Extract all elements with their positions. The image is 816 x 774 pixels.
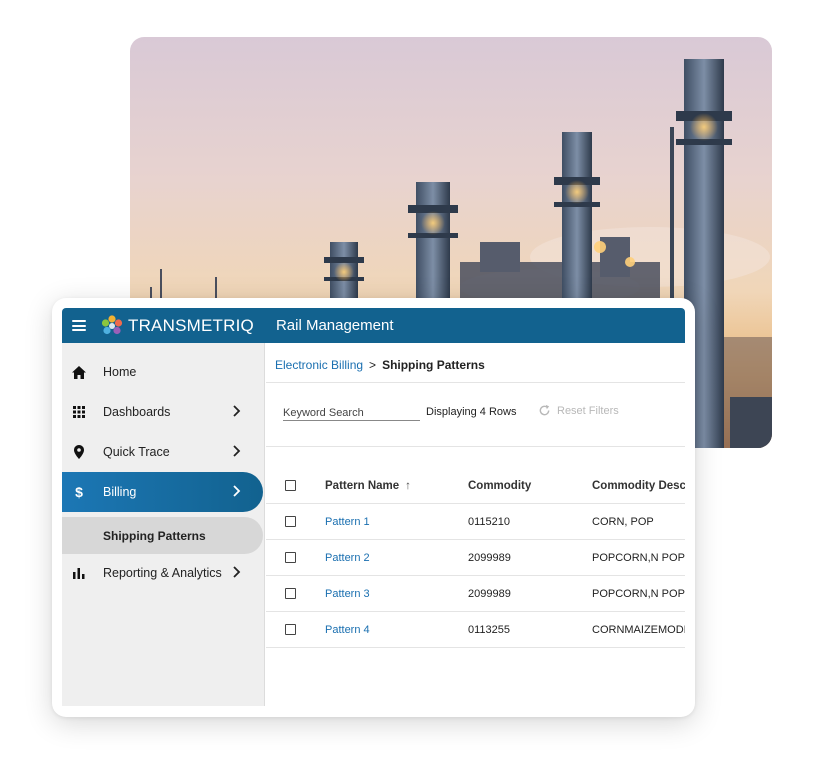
sidebar-item-home[interactable]: Home — [62, 352, 265, 392]
rows-count: Displaying 4 Rows — [426, 406, 517, 418]
sort-ascending-icon[interactable]: ↑ — [405, 480, 411, 492]
row-checkbox[interactable] — [285, 552, 296, 563]
keyword-search[interactable] — [283, 403, 420, 421]
refresh-icon — [539, 404, 550, 416]
toolbar-divider — [266, 446, 685, 447]
row-checkbox[interactable] — [285, 516, 296, 527]
pattern-name-link[interactable]: Pattern 3 — [325, 588, 370, 600]
bar-chart-icon — [72, 566, 86, 580]
commodity-cell: 2099989 — [468, 588, 511, 600]
sidebar-subitem-label: Shipping Patterns — [103, 529, 206, 543]
breadcrumb: Electronic Billing > Shipping Patterns — [275, 358, 485, 372]
location-pin-icon — [72, 445, 86, 459]
commodity-description-cell: CORNMAIZEMODIFI — [592, 624, 685, 636]
pattern-name-link[interactable]: Pattern 1 — [325, 516, 370, 528]
table-row: Pattern 1 0115210 CORN, POP — [266, 504, 685, 540]
sidebar-item-label: Dashboards — [103, 405, 171, 419]
header-divider — [266, 382, 685, 383]
reset-filters-button[interactable]: Reset Filters — [538, 404, 619, 417]
sidebar-item-label: Billing — [103, 485, 137, 499]
chevron-right-icon — [233, 485, 241, 497]
grid-icon — [72, 405, 86, 419]
brand-name: TRANSMETRIQ — [128, 315, 254, 335]
search-input[interactable] — [283, 407, 420, 419]
main-content: Electronic Billing > Shipping Patterns Dis… — [266, 343, 685, 706]
table-row: Pattern 2 2099989 POPCORN,N POPPD — [266, 540, 685, 576]
sidebar-nav: Home Dashboards Quick Trace $ Billing Sh… — [62, 343, 265, 706]
breadcrumb-current: Shipping Patterns — [382, 358, 485, 372]
commodity-cell: 2099989 — [468, 552, 511, 564]
top-app-bar: TRANSMETRIQ Rail Management — [62, 308, 685, 343]
table-row: Pattern 3 2099989 POPCORN,N POPPD — [266, 576, 685, 612]
pattern-name-link[interactable]: Pattern 4 — [325, 624, 370, 636]
sidebar-item-label: Quick Trace — [103, 445, 170, 459]
sidebar-item-reporting-analytics[interactable]: Reporting & Analytics — [62, 553, 265, 593]
menu-icon[interactable] — [72, 320, 86, 331]
product-title: Rail Management — [275, 317, 394, 334]
commodity-description-cell: CORN, POP — [592, 516, 654, 528]
column-header-commodity[interactable]: Commodity — [468, 480, 531, 492]
sidebar-item-label: Reporting & Analytics — [103, 566, 222, 580]
column-header-commodity-description[interactable]: Commodity Descri — [592, 480, 685, 492]
dollar-icon: $ — [75, 484, 83, 500]
reset-filters-label: Reset Filters — [557, 404, 619, 417]
sidebar-item-quick-trace[interactable]: Quick Trace — [62, 432, 265, 472]
row-checkbox[interactable] — [285, 624, 296, 635]
sidebar-subitem-shipping-patterns[interactable]: Shipping Patterns — [62, 517, 263, 554]
commodity-description-cell: POPCORN,N POPPD — [592, 552, 685, 564]
column-header-pattern-name[interactable]: Pattern Name ↑ — [325, 480, 411, 492]
sidebar-item-billing[interactable]: $ Billing — [62, 472, 263, 512]
pattern-name-link[interactable]: Pattern 2 — [325, 552, 370, 564]
breadcrumb-separator: > — [369, 358, 377, 372]
commodity-cell: 0113255 — [468, 624, 511, 636]
chevron-right-icon — [233, 405, 241, 417]
breadcrumb-electronic-billing[interactable]: Electronic Billing — [275, 358, 363, 372]
commodity-description-cell: POPCORN,N POPPD — [592, 588, 685, 600]
table-header-row: Pattern Name ↑ Commodity Commodity Descri — [266, 468, 685, 504]
select-all-checkbox[interactable] — [285, 480, 296, 491]
home-icon — [72, 365, 86, 379]
table-row: Pattern 4 0113255 CORNMAIZEMODIFI — [266, 612, 685, 648]
chevron-right-icon — [233, 566, 241, 578]
chevron-right-icon — [233, 445, 241, 457]
commodity-cell: 0115210 — [468, 516, 511, 528]
app-window: TRANSMETRIQ Rail Management Home Dashboa… — [52, 298, 695, 717]
sidebar-item-label: Home — [103, 365, 137, 379]
sidebar-item-dashboards[interactable]: Dashboards — [62, 392, 265, 432]
row-checkbox[interactable] — [285, 588, 296, 599]
transmetriq-logo-icon — [101, 314, 123, 334]
